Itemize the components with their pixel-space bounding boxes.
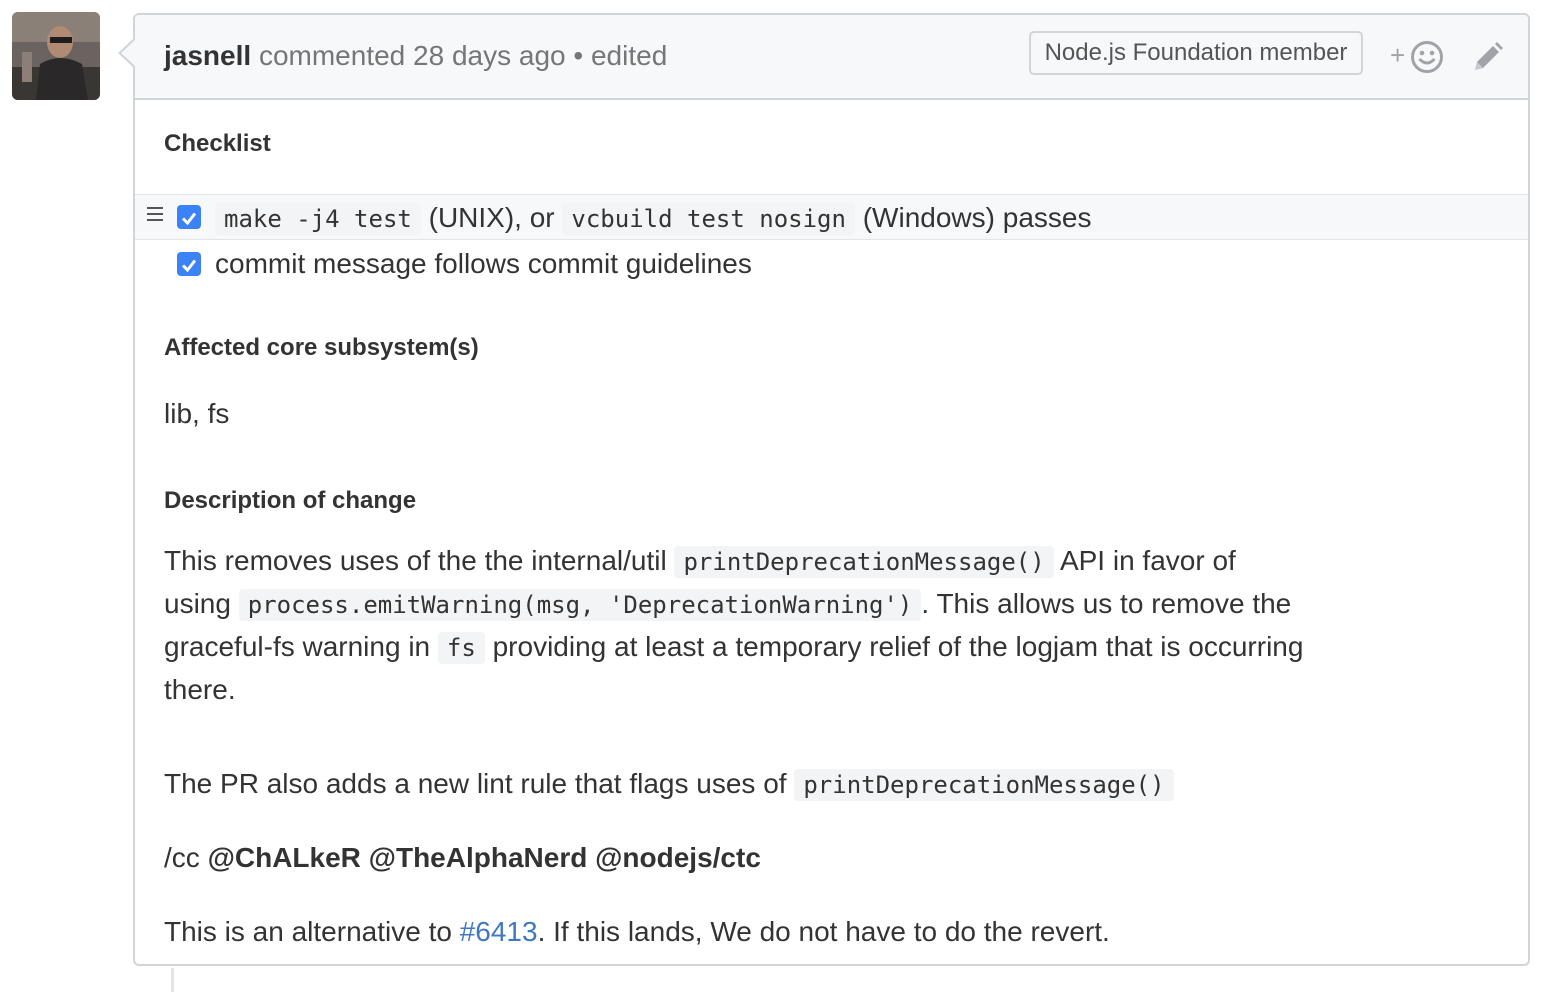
timeline-line	[171, 968, 174, 992]
separator-dot: •	[573, 40, 584, 71]
edited-indicator[interactable]: edited	[591, 40, 667, 71]
task-text-part: (UNIX), or	[428, 202, 555, 233]
smiley-icon	[1411, 41, 1443, 73]
team-mention[interactable]: @nodejs/ctc	[595, 842, 761, 873]
task-text: commit message follows commit guidelines	[215, 248, 752, 279]
checkmark-icon	[181, 259, 197, 273]
issue-link[interactable]: #6413	[460, 916, 538, 947]
task-text-part: (Windows) passes	[862, 202, 1092, 233]
subsystem-text: lib, fs	[164, 398, 230, 429]
comment-meta: jasnell commented 28 days ago • edited	[164, 40, 667, 72]
inline-code: vcbuild test nosign	[562, 203, 855, 235]
inline-code: make -j4 test	[215, 203, 421, 235]
user-mention[interactable]: @ChALkeR	[208, 842, 361, 873]
comment-action: commented	[258, 40, 406, 71]
task-text: make -j4 test (UNIX), or vcbuild test no…	[215, 201, 1091, 236]
inline-code: fs	[437, 632, 485, 664]
comment-pointer-fill	[121, 40, 135, 66]
checkmark-icon	[181, 212, 197, 226]
add-reaction-button[interactable]: +	[1390, 39, 1446, 75]
task-checkbox[interactable]	[177, 252, 201, 276]
task-item-tests: make -j4 test (UNIX), or vcbuild test no…	[135, 194, 1528, 240]
inline-code: printDeprecationMessage()	[674, 546, 1054, 578]
alternative-text: This is an alternative to	[164, 916, 452, 947]
lint-paragraph: The PR also adds a new lint rule that fl…	[164, 763, 1174, 806]
avatar[interactable]	[12, 12, 100, 100]
inline-code: process.emitWarning(msg, 'DeprecationWar…	[238, 589, 922, 621]
cc-prefix: /cc	[164, 842, 200, 873]
comment-box: jasnell commented 28 days ago • edited N…	[121, 13, 1530, 966]
comment-timestamp[interactable]: 28 days ago	[413, 40, 566, 71]
member-badge: Node.js Foundation member	[1029, 31, 1363, 75]
checklist-heading: Checklist	[164, 130, 271, 157]
task-item-commit: commit message follows commit guidelines	[135, 241, 1528, 287]
user-mention[interactable]: @TheAlphaNerd	[369, 842, 588, 873]
subsystem-heading: Affected core subsystem(s)	[164, 334, 479, 361]
description-paragraph: This removes uses of the the internal/ut…	[164, 540, 1304, 711]
drag-handle-icon[interactable]	[147, 205, 163, 223]
cc-paragraph: /cc @ChALkeR @TheAlphaNerd @nodejs/ctc	[164, 837, 761, 879]
pencil-icon[interactable]	[1471, 40, 1503, 74]
author-link[interactable]: jasnell	[164, 40, 251, 71]
description-text: This removes uses of the the internal/ut…	[164, 545, 667, 576]
description-heading: Description of change	[164, 487, 417, 514]
reaction-plus: +	[1390, 40, 1406, 70]
comment-header: jasnell commented 28 days ago • edited N…	[135, 15, 1528, 100]
task-checkbox[interactable]	[177, 205, 201, 229]
alternative-paragraph: This is an alternative to #6413. If this…	[164, 911, 1110, 953]
lint-text: The PR also adds a new lint rule that fl…	[164, 768, 787, 799]
inline-code: printDeprecationMessage()	[794, 769, 1174, 801]
alternative-text: . If this lands, We do not have to do th…	[537, 916, 1110, 947]
avatar-image	[12, 12, 100, 100]
